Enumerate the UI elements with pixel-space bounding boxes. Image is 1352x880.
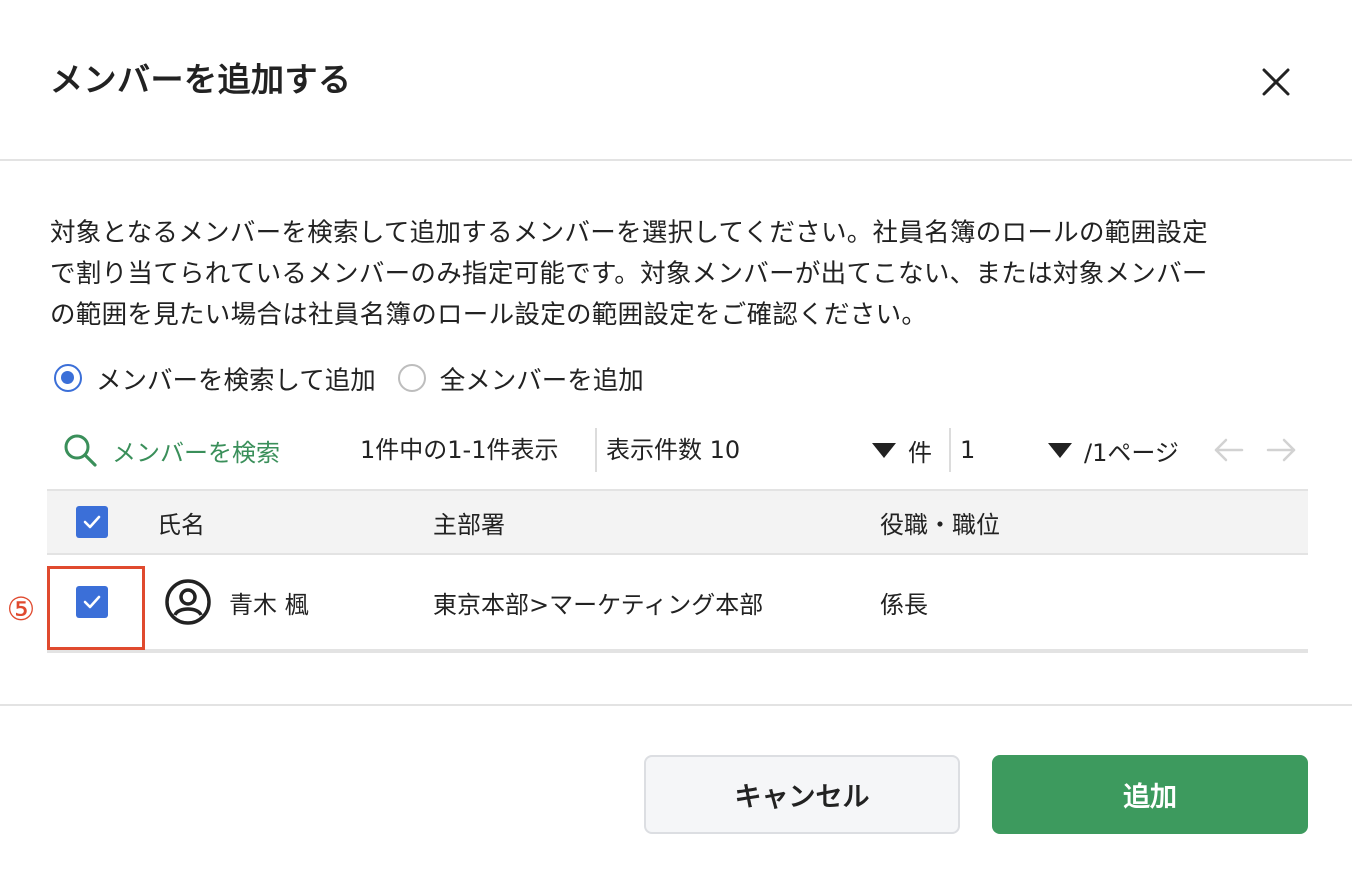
search-members-link[interactable]: メンバーを検索 (62, 428, 280, 472)
user-avatar-icon (165, 579, 211, 625)
result-count: 1件中の1-1件表示 (360, 436, 559, 464)
select-all-cell (76, 491, 108, 553)
dropdown-triangle-icon (1048, 442, 1072, 458)
close-icon (1262, 68, 1290, 96)
members-table: 氏名 主部署 役職・職位 青木 楓 東京本部>マーケティング本部 係長 (47, 489, 1308, 653)
annotation-highlight-box (47, 566, 145, 650)
column-header-department[interactable]: 主部署 (433, 491, 505, 553)
user-avatar-cell (164, 555, 212, 649)
column-header-position[interactable]: 役職・職位 (880, 491, 1000, 553)
close-button[interactable] (1254, 60, 1298, 104)
prev-page-button[interactable] (1212, 434, 1246, 466)
instructions-line: で割り当てられているメンバーのみ指定可能です。対象メンバーが出てこない、または対… (50, 259, 1208, 289)
instructions-text: 対象となるメンバーを検索して追加するメンバーを選択してください。社員名簿のロール… (50, 213, 1312, 336)
page-number: 1 (960, 436, 976, 464)
next-page-button[interactable] (1264, 434, 1298, 466)
page-select[interactable]: /1ページ (1048, 428, 1179, 472)
column-header-name[interactable]: 氏名 (157, 491, 205, 553)
add-mode-radio-group: メンバーを検索して追加 全メンバーを追加 (54, 358, 644, 398)
checkmark-icon (83, 515, 101, 529)
member-department: 東京本部>マーケティング本部 (433, 590, 764, 619)
divider (595, 428, 597, 472)
list-toolbar: メンバーを検索 1件中の1-1件表示 表示件数 10 件 1 /1ページ (62, 428, 1308, 472)
add-member-dialog: メンバーを追加する 対象となるメンバーを検索して追加するメンバーを選択してくださ… (0, 0, 1352, 880)
annotation-step-marker: ⑤ (6, 590, 36, 628)
footer-divider (0, 704, 1352, 706)
per-page-select[interactable]: 件 (872, 428, 932, 472)
radio-search-and-add[interactable]: メンバーを検索して追加 (54, 360, 376, 397)
arrow-right-icon (1266, 438, 1296, 462)
radio-label: メンバーを検索して追加 (96, 365, 376, 396)
search-members-label: メンバーを検索 (112, 438, 280, 467)
dialog-title: メンバーを追加する (50, 60, 352, 99)
select-all-checkbox[interactable] (76, 506, 108, 538)
search-icon (64, 434, 97, 467)
arrow-left-icon (1214, 438, 1244, 462)
radio-label: 全メンバーを追加 (439, 365, 644, 396)
radio-add-all[interactable]: 全メンバーを追加 (397, 360, 644, 397)
per-page-label: 表示件数 10 (606, 436, 741, 464)
member-name: 青木 楓 (229, 590, 309, 619)
dialog-header: メンバーを追加する (0, 0, 1352, 161)
radio-unselected-icon (397, 364, 426, 392)
divider (949, 428, 951, 472)
table-header: 氏名 主部署 役職・職位 (47, 489, 1308, 555)
instructions-line: の範囲を見たい場合は社員名簿のロール設定の範囲設定をご確認ください。 (50, 300, 928, 330)
table-row[interactable]: 青木 楓 東京本部>マーケティング本部 係長 (47, 555, 1308, 653)
member-position: 係長 (880, 590, 928, 619)
instructions-line: 対象となるメンバーを検索して追加するメンバーを選択してください。社員名簿のロール… (50, 218, 1208, 248)
radio-selected-icon (54, 364, 82, 392)
dropdown-triangle-icon (872, 442, 896, 458)
page-total: /1ページ (1084, 438, 1179, 467)
cancel-button[interactable]: キャンセル (644, 755, 960, 834)
per-page-unit: 件 (908, 438, 932, 467)
add-button[interactable]: 追加 (992, 755, 1308, 834)
